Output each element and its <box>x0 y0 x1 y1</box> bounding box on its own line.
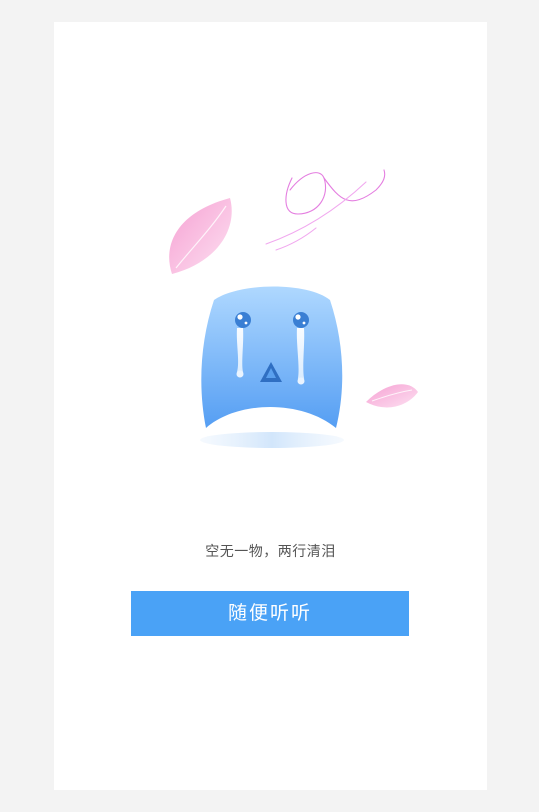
empty-state-message: 空无一物，两行清泪 <box>205 544 336 560</box>
wind-lines-icon <box>265 169 386 251</box>
petal-icon <box>366 384 418 408</box>
empty-state-illustration <box>169 169 418 448</box>
petal-icon <box>169 198 232 274</box>
empty-state-screen: 空无一物，两行清泪 随便听听 <box>54 22 487 790</box>
random-listen-button[interactable]: 随便听听 <box>131 591 409 636</box>
crying-mascot-icon <box>201 286 343 428</box>
mascot-shadow <box>200 432 344 448</box>
